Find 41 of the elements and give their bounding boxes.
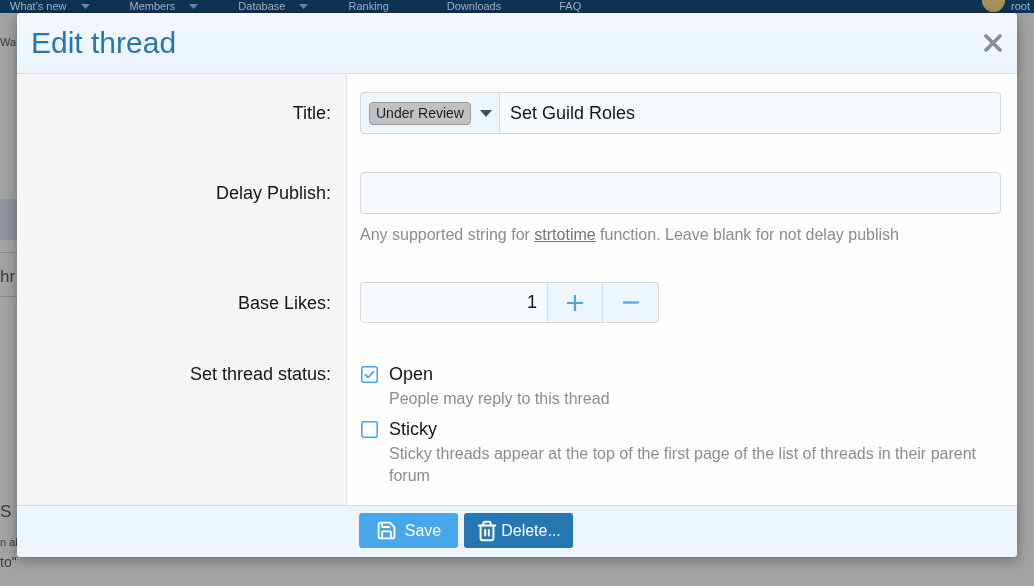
checkbox[interactable] <box>361 421 378 438</box>
page-text: Wa <box>0 35 17 49</box>
field-label: Set thread status: <box>189 364 331 384</box>
caret-icon <box>479 109 492 117</box>
nav-link[interactable]: Database <box>238 0 309 13</box>
plus-icon <box>567 294 583 311</box>
save-icon <box>375 520 397 541</box>
close-button[interactable] <box>984 34 1002 52</box>
page-text: n al <box>0 535 17 550</box>
decrement-button[interactable] <box>603 282 659 323</box>
strtotime-link[interactable]: strtotime <box>534 226 596 243</box>
page-text: to" <box>0 554 17 570</box>
dialog-title: Edit thread <box>31 25 177 61</box>
field-hint: Any supported string for strtotime function. Leave blank for not delay publish <box>360 225 900 245</box>
delete-button[interactable]: Delete... <box>464 513 573 548</box>
title-input[interactable]: Set Guild Roles <box>500 92 1001 134</box>
delay-publish-input[interactable] <box>360 172 1001 214</box>
user-link[interactable]: root <box>1011 0 1030 13</box>
page-band <box>0 199 17 240</box>
field-label: Title: <box>292 103 331 123</box>
checkbox[interactable] <box>361 366 378 383</box>
trash-icon <box>476 519 499 542</box>
nav-link[interactable]: Downloads <box>446 0 502 13</box>
minus-icon <box>622 301 639 304</box>
field-label: Delay Publish: <box>215 183 331 203</box>
base-likes-input[interactable]: 1 <box>360 282 548 323</box>
option-hint: People may reply to this thread <box>389 389 610 409</box>
option-label[interactable]: Open <box>389 362 610 386</box>
increment-button[interactable] <box>548 282 603 323</box>
page-text: hr <box>0 268 17 286</box>
nav-link[interactable]: FAQ <box>559 0 582 13</box>
field-label: Base Likes: <box>237 293 331 313</box>
nav-link[interactable]: Members <box>129 0 199 13</box>
prefix-badge: Under Review <box>369 101 471 125</box>
option-label[interactable]: Sticky <box>389 417 1001 441</box>
option-hint: Sticky threads appear at the top of the first page of the list of threads in their parent forum <box>389 444 977 486</box>
prefix-select[interactable]: Under Review <box>360 92 500 134</box>
nav-link[interactable]: What's new <box>10 0 90 13</box>
close-icon <box>984 34 1002 52</box>
page-text: S <box>0 503 13 521</box>
nav-link[interactable]: Ranking <box>348 0 389 13</box>
